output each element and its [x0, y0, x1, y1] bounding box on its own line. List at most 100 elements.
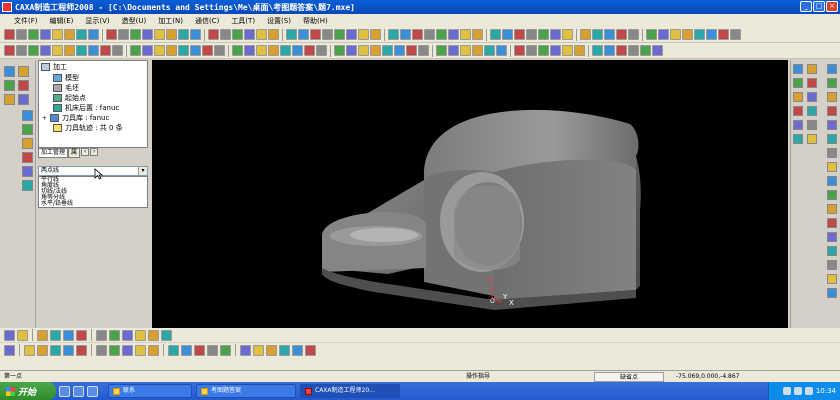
modeling-tool-icon[interactable]: [16, 45, 27, 56]
right-tool-icon[interactable]: [827, 78, 837, 88]
tree-item-model[interactable]: 模型: [53, 73, 79, 83]
standard-tool-icon[interactable]: [166, 29, 177, 40]
modeling-tool-icon[interactable]: [154, 45, 165, 56]
standard-tool-icon[interactable]: [346, 29, 357, 40]
modeling-tool-icon[interactable]: [232, 45, 243, 56]
modeling-tool-icon[interactable]: [526, 45, 537, 56]
modeling-tool-icon[interactable]: [244, 45, 255, 56]
left-tool-icon[interactable]: [22, 138, 33, 149]
standard-tool-icon[interactable]: [370, 29, 381, 40]
edit-tool-icon[interactable]: [181, 344, 192, 356]
left-tool-icon[interactable]: [4, 66, 15, 77]
modeling-tool-icon[interactable]: [178, 45, 189, 56]
standard-tool-icon[interactable]: [106, 29, 117, 40]
modeling-tool-icon[interactable]: [334, 45, 345, 56]
tab-properties[interactable]: 属: [68, 148, 81, 158]
standard-tool-icon[interactable]: [298, 29, 309, 40]
tree-item-start-point[interactable]: 起始点: [53, 93, 86, 103]
curve-tool-icon[interactable]: [76, 329, 87, 341]
standard-tool-icon[interactable]: [628, 29, 639, 40]
standard-tool-icon[interactable]: [490, 29, 501, 40]
modeling-tool-icon[interactable]: [202, 45, 213, 56]
standard-tool-icon[interactable]: [64, 29, 75, 40]
standard-tool-icon[interactable]: [322, 29, 333, 40]
edit-tool-icon[interactable]: [168, 344, 179, 356]
modeling-tool-icon[interactable]: [370, 45, 381, 56]
standard-tool-icon[interactable]: [16, 29, 27, 40]
left-tool-icon[interactable]: [22, 152, 33, 163]
standard-tool-icon[interactable]: [130, 29, 141, 40]
modeling-tool-icon[interactable]: [514, 45, 525, 56]
modeling-tool-icon[interactable]: [130, 45, 141, 56]
left-tool-icon[interactable]: [18, 66, 29, 77]
standard-tool-icon[interactable]: [400, 29, 411, 40]
3d-viewport[interactable]: Z Y X O: [152, 60, 788, 328]
modeling-tool-icon[interactable]: [640, 45, 651, 56]
menu-settings[interactable]: 设置(S): [261, 16, 297, 26]
standard-tool-icon[interactable]: [436, 29, 447, 40]
expand-icon[interactable]: +: [42, 115, 47, 122]
right-tool-icon[interactable]: [807, 78, 817, 88]
standard-tool-icon[interactable]: [514, 29, 525, 40]
start-button[interactable]: 开始: [0, 382, 56, 400]
edit-tool-icon[interactable]: [305, 344, 316, 356]
standard-tool-icon[interactable]: [658, 29, 669, 40]
right-tool-icon[interactable]: [793, 92, 803, 102]
standard-tool-icon[interactable]: [118, 29, 129, 40]
edit-tool-icon[interactable]: [266, 344, 277, 356]
right-tool-icon[interactable]: [807, 120, 817, 130]
menu-machining[interactable]: 加工(N): [152, 16, 189, 26]
edit-tool-icon[interactable]: [148, 344, 159, 356]
modeling-tool-icon[interactable]: [448, 45, 459, 56]
standard-tool-icon[interactable]: [412, 29, 423, 40]
left-tool-icon[interactable]: [4, 94, 15, 105]
modeling-tool-icon[interactable]: [538, 45, 549, 56]
tree-item-postprocessor[interactable]: 机床后置 : fanuc: [53, 103, 119, 113]
modeling-tool-icon[interactable]: [592, 45, 603, 56]
right-tool-icon[interactable]: [827, 92, 837, 102]
menu-edit[interactable]: 编辑(E): [44, 16, 80, 26]
edit-tool-icon[interactable]: [253, 344, 264, 356]
modeling-tool-icon[interactable]: [112, 45, 123, 56]
edit-tool-icon[interactable]: [194, 344, 205, 356]
left-tool-icon[interactable]: [18, 94, 29, 105]
menu-communication[interactable]: 通信(C): [189, 16, 225, 26]
tab-scroll-left-icon[interactable]: ‹: [81, 148, 90, 156]
modeling-tool-icon[interactable]: [562, 45, 573, 56]
right-tool-icon[interactable]: [827, 246, 837, 256]
tree-item-toolpath[interactable]: 刀具轨迹 : 共 0 条: [53, 123, 123, 133]
right-tool-icon[interactable]: [807, 106, 817, 116]
standard-tool-icon[interactable]: [232, 29, 243, 40]
modeling-tool-icon[interactable]: [460, 45, 471, 56]
left-tool-icon[interactable]: [22, 180, 33, 191]
right-tool-icon[interactable]: [827, 274, 837, 284]
standard-tool-icon[interactable]: [334, 29, 345, 40]
modeling-tool-icon[interactable]: [292, 45, 303, 56]
edit-tool-icon[interactable]: [76, 344, 87, 356]
standard-tool-icon[interactable]: [526, 29, 537, 40]
standard-tool-icon[interactable]: [550, 29, 561, 40]
modeling-tool-icon[interactable]: [268, 45, 279, 56]
modeling-tool-icon[interactable]: [166, 45, 177, 56]
menu-tools[interactable]: 工具(T): [225, 16, 261, 26]
modeling-tool-icon[interactable]: [100, 45, 111, 56]
right-tool-icon[interactable]: [807, 92, 817, 102]
minimize-button[interactable]: _: [800, 1, 812, 12]
quicklaunch-ie-icon[interactable]: [59, 385, 70, 397]
security-icon[interactable]: [804, 387, 813, 395]
modeling-tool-icon[interactable]: [88, 45, 99, 56]
standard-tool-icon[interactable]: [472, 29, 483, 40]
standard-tool-icon[interactable]: [268, 29, 279, 40]
option-horizontal-vertical[interactable]: 水平/铅垂线: [39, 201, 147, 207]
curve-tool-icon[interactable]: [50, 329, 61, 341]
right-tool-icon[interactable]: [793, 78, 803, 88]
right-tool-icon[interactable]: [827, 218, 837, 228]
standard-tool-icon[interactable]: [682, 29, 693, 40]
tree-item-stock[interactable]: 毛坯: [53, 83, 79, 93]
standard-tool-icon[interactable]: [562, 29, 573, 40]
standard-tool-icon[interactable]: [694, 29, 705, 40]
standard-tool-icon[interactable]: [244, 29, 255, 40]
standard-tool-icon[interactable]: [190, 29, 201, 40]
right-tool-icon[interactable]: [793, 134, 803, 144]
standard-tool-icon[interactable]: [388, 29, 399, 40]
